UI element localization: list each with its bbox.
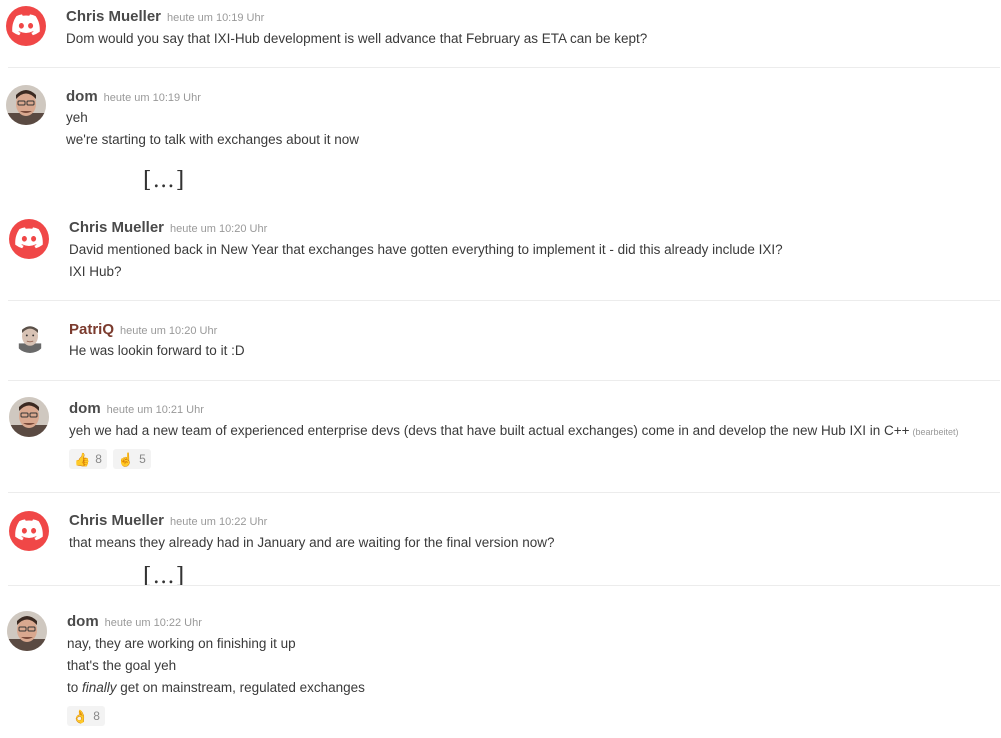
ok-hand-icon: 👌 xyxy=(72,708,89,724)
reaction-count: 5 xyxy=(139,452,146,466)
message-divider xyxy=(8,380,1000,381)
author-name[interactable]: dom xyxy=(66,88,98,105)
timestamp: heute um 10:22 Uhr xyxy=(104,617,202,629)
timestamp: heute um 10:20 Uhr xyxy=(120,325,218,337)
omission-marker: […] xyxy=(143,168,186,193)
reaction-ok-hand[interactable]: 👌 8 xyxy=(67,706,105,726)
message-header: Chris Mueller heute um 10:22 Uhr xyxy=(69,512,267,530)
message-text: we're starting to talk with exchanges ab… xyxy=(66,132,359,147)
timestamp: heute um 10:19 Uhr xyxy=(167,12,265,24)
message-text: to finally get on mainstream, regulated … xyxy=(67,680,365,695)
discord-avatar-icon[interactable] xyxy=(9,511,49,551)
message-divider xyxy=(8,585,1000,586)
reaction-bar: 👍 8 ☝ 5 xyxy=(69,449,151,469)
message-text: yeh we had a new team of experienced ent… xyxy=(69,423,959,438)
author-name[interactable]: Chris Mueller xyxy=(69,219,164,236)
message-divider xyxy=(8,67,1000,68)
message-header: dom heute um 10:19 Uhr xyxy=(66,88,201,106)
message-divider xyxy=(8,300,1000,301)
message-header: PatriQ heute um 10:20 Uhr xyxy=(69,321,217,339)
message-text-prefix: to xyxy=(67,680,83,695)
user-avatar[interactable] xyxy=(14,321,46,353)
timestamp: heute um 10:22 Uhr xyxy=(170,516,268,528)
edited-marker: (bearbeitet) xyxy=(912,427,959,437)
message-header: Chris Mueller heute um 10:20 Uhr xyxy=(69,219,267,237)
message-text: yeh xyxy=(66,110,88,125)
message-text: Dom would you say that IXI-Hub developme… xyxy=(66,31,648,46)
user-avatar[interactable] xyxy=(6,85,46,125)
reaction-point-up[interactable]: ☝ 5 xyxy=(112,449,151,469)
message-divider xyxy=(8,492,1000,493)
message-text: nay, they are working on finishing it up xyxy=(67,636,296,651)
discord-logo-icon xyxy=(15,227,43,249)
reaction-count: 8 xyxy=(93,709,100,723)
user-photo-avatar-icon xyxy=(14,321,46,353)
author-name[interactable]: Chris Mueller xyxy=(66,8,161,25)
timestamp: heute um 10:19 Uhr xyxy=(103,92,201,104)
message-header: dom heute um 10:21 Uhr xyxy=(69,400,204,418)
message-header: Chris Mueller heute um 10:19 Uhr xyxy=(66,8,264,26)
discord-logo-icon xyxy=(12,14,40,36)
user-photo-avatar-icon xyxy=(6,85,46,125)
user-photo-avatar-icon xyxy=(7,611,47,651)
author-name[interactable]: dom xyxy=(69,400,101,417)
discord-avatar-icon[interactable] xyxy=(9,219,49,259)
discord-avatar-icon[interactable] xyxy=(6,6,46,46)
reaction-count: 8 xyxy=(95,452,102,466)
message-text-italic: finally xyxy=(82,680,117,695)
reaction-thumbs-up[interactable]: 👍 8 xyxy=(69,449,107,469)
reaction-bar: 👌 8 xyxy=(67,706,105,726)
timestamp: heute um 10:21 Uhr xyxy=(106,404,204,416)
message-text: IXI Hub? xyxy=(69,264,122,279)
user-photo-avatar-icon xyxy=(9,397,49,437)
author-name[interactable]: Chris Mueller xyxy=(69,512,164,529)
message-text: He was lookin forward to it :D xyxy=(69,343,245,358)
message-text-content: yeh we had a new team of experienced ent… xyxy=(69,423,910,438)
message-text: that means they already had in January a… xyxy=(69,535,555,550)
message-header: dom heute um 10:22 Uhr xyxy=(67,613,202,631)
user-avatar[interactable] xyxy=(9,397,49,437)
message-text-suffix: get on mainstream, regulated exchanges xyxy=(116,680,365,695)
author-name[interactable]: PatriQ xyxy=(69,321,114,338)
user-avatar[interactable] xyxy=(7,611,47,651)
message-text: that's the goal yeh xyxy=(67,658,177,673)
message-text: David mentioned back in New Year that ex… xyxy=(69,242,783,257)
discord-logo-icon xyxy=(15,519,43,541)
timestamp: heute um 10:20 Uhr xyxy=(170,223,268,235)
thumbs-up-icon: 👍 xyxy=(74,451,91,467)
author-name[interactable]: dom xyxy=(67,613,99,630)
point-up-icon: ☝ xyxy=(117,451,135,467)
